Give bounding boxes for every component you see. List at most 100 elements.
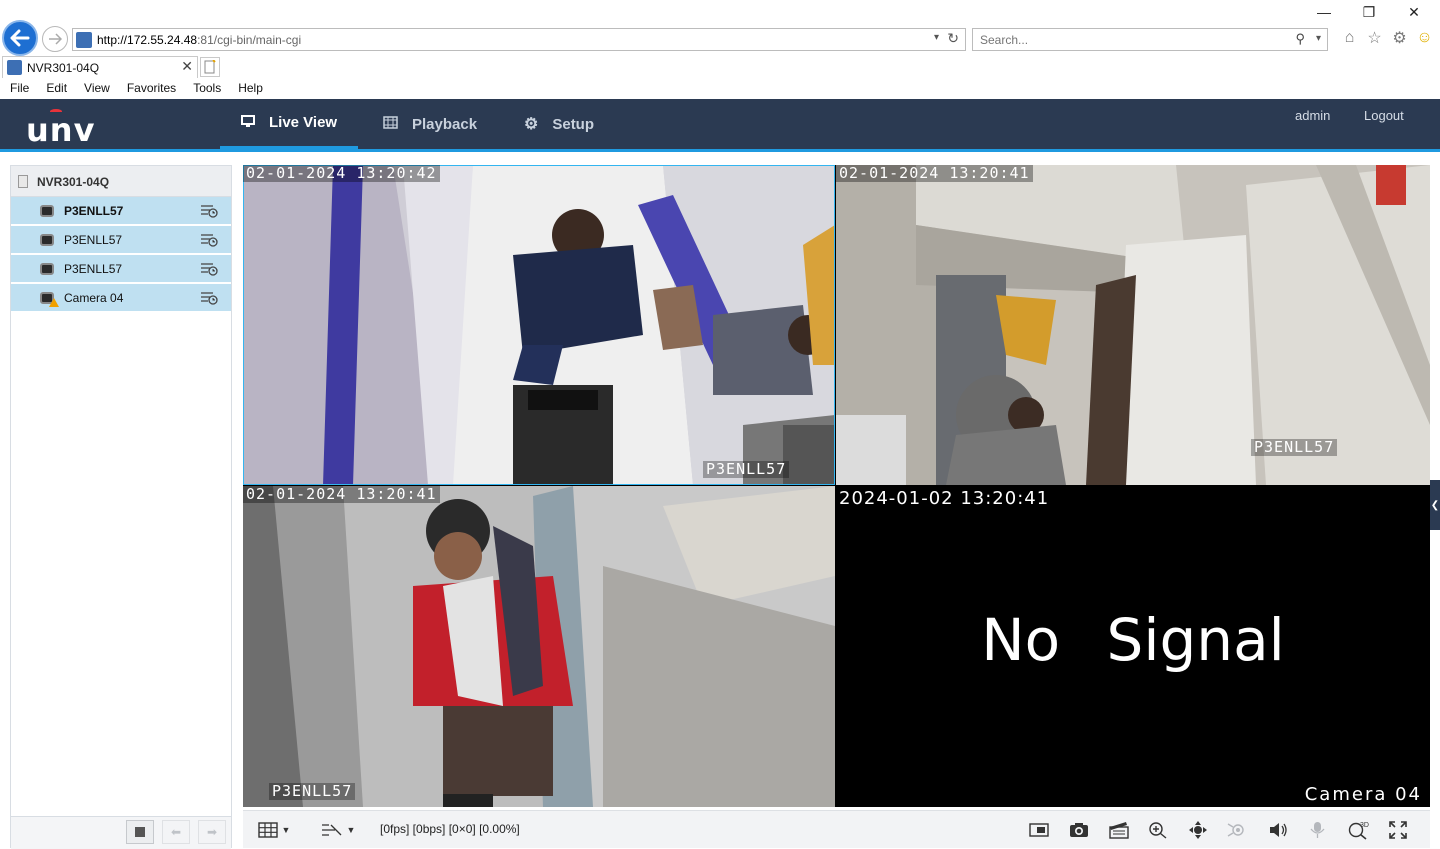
- refresh-icon[interactable]: ↻: [947, 30, 959, 47]
- 3d-positioning-button[interactable]: 3D: [1347, 819, 1369, 841]
- app-header: unv Live View Playback ⚙ Setup admin Log…: [0, 99, 1440, 152]
- browser-toolbar: http://172.55.24.48:81/cgi-bin/main-cgi …: [0, 0, 1440, 56]
- nav-playback[interactable]: Playback: [383, 99, 477, 149]
- menu-favorites[interactable]: Favorites: [127, 78, 176, 99]
- talk-button[interactable]: [1307, 819, 1329, 841]
- camera-action-icon[interactable]: [200, 291, 218, 305]
- minimize-button[interactable]: —: [1310, 4, 1338, 20]
- search-box[interactable]: ⚲ ▾: [972, 28, 1328, 51]
- camera-item-1[interactable]: P3ENLL57: [11, 197, 231, 225]
- video-pane-4[interactable]: 2024-01-02 13:20:41 No Signal Camera 04: [836, 486, 1430, 807]
- ptz-direction-icon: [1189, 821, 1207, 839]
- 3d-zoom-icon: 3D: [1348, 822, 1369, 840]
- stop-icon: [135, 827, 145, 837]
- camera-item-3[interactable]: P3ENLL57: [11, 255, 231, 283]
- monitor-icon: [241, 114, 255, 131]
- fisheye-icon: [1227, 823, 1244, 837]
- user-name[interactable]: admin: [1295, 108, 1330, 123]
- chevron-left-icon: ❮: [1430, 499, 1440, 511]
- camera-item-2[interactable]: P3ENLL57: [11, 226, 231, 254]
- pane-camera-label: P3ENLL57: [1251, 439, 1338, 456]
- search-icon[interactable]: ⚲: [1295, 31, 1305, 47]
- pane-timestamp: 02-01-2024 13:20:41: [243, 486, 440, 503]
- stop-all-button[interactable]: [126, 820, 154, 844]
- back-button[interactable]: [2, 20, 38, 56]
- sidebar-footer: ⬅ ➡: [11, 816, 231, 849]
- browser-tab[interactable]: NVR301-04Q ✕: [2, 56, 198, 78]
- nav-playback-label: Playback: [412, 115, 478, 133]
- camera-feed-image: [836, 165, 1430, 485]
- restore-button[interactable]: ❐: [1355, 4, 1383, 21]
- clapperboard-icon: [1109, 822, 1129, 839]
- collapse-panel-button[interactable]: ❮: [1430, 480, 1440, 530]
- new-tab-icon: [204, 60, 216, 74]
- close-window-button[interactable]: ✕: [1400, 4, 1428, 21]
- home-icon[interactable]: ⌂: [1340, 28, 1359, 48]
- previous-page-button[interactable]: ⬅: [162, 820, 190, 844]
- ptz-control-button[interactable]: [1187, 819, 1209, 841]
- new-tab-button[interactable]: [200, 57, 220, 77]
- record-clip-button[interactable]: [1108, 819, 1130, 841]
- stream-type-icon: [321, 824, 341, 836]
- next-page-button[interactable]: ➡: [198, 820, 226, 844]
- menu-file[interactable]: File: [10, 78, 29, 99]
- layout-selector[interactable]: ▼: [255, 819, 293, 841]
- stream-selector[interactable]: ▼: [319, 819, 357, 841]
- nav-live-view-label: Live View: [269, 114, 338, 131]
- logo-text: unv: [26, 111, 96, 149]
- fullscreen-icon: [1389, 821, 1407, 839]
- camera-snapshot-icon: [1070, 823, 1088, 837]
- menu-help[interactable]: Help: [238, 78, 263, 99]
- tab-title: NVR301-04Q: [27, 61, 100, 75]
- camera-label: Camera 04: [64, 291, 124, 305]
- video-screen-icon: [1029, 823, 1049, 837]
- camera-action-icon[interactable]: [200, 204, 218, 218]
- video-format-button[interactable]: [1028, 819, 1050, 841]
- camera-icon: [40, 234, 54, 246]
- digital-zoom-button[interactable]: [1147, 819, 1169, 841]
- menu-tools[interactable]: Tools: [193, 78, 221, 99]
- nav-live-view[interactable]: Live View: [220, 99, 359, 149]
- close-tab-icon[interactable]: ✕: [181, 58, 193, 75]
- address-url[interactable]: http://172.55.24.48:81/cgi-bin/main-cgi: [97, 33, 301, 47]
- tab-favicon: [7, 60, 22, 75]
- settings-gear-icon[interactable]: ⚙: [1390, 28, 1409, 48]
- stream-status: [0fps] [0bps] [0×0] [0.00%]: [380, 822, 520, 836]
- camera-action-icon[interactable]: [200, 233, 218, 247]
- menu-edit[interactable]: Edit: [46, 78, 67, 99]
- address-bar[interactable]: http://172.55.24.48:81/cgi-bin/main-cgi …: [72, 28, 966, 51]
- search-input[interactable]: [973, 29, 1273, 50]
- speaker-icon: [1270, 823, 1287, 837]
- pane-camera-label: P3ENLL57: [703, 461, 790, 478]
- audio-button[interactable]: [1267, 819, 1289, 841]
- video-pane-1[interactable]: 02-01-2024 13:20:42 P3ENLL57: [243, 165, 835, 485]
- device-node[interactable]: NVR301-04Q: [11, 166, 231, 197]
- camera-icon: [40, 263, 54, 275]
- device-tree-panel: NVR301-04Q P3ENLL57 P3ENLL57 P3ENLL57 Ca…: [10, 165, 232, 849]
- fisheye-button[interactable]: [1227, 819, 1249, 841]
- grid-layout-icon: [257, 822, 278, 838]
- menu-view[interactable]: View: [84, 78, 110, 99]
- video-pane-2[interactable]: 02-01-2024 13:20:41 P3ENLL57: [836, 165, 1430, 485]
- forward-button[interactable]: [42, 26, 68, 52]
- nav-setup[interactable]: ⚙ Setup: [524, 99, 594, 149]
- arrow-right-icon: [49, 33, 62, 45]
- fullscreen-button[interactable]: [1387, 819, 1409, 841]
- search-dropdown-icon[interactable]: ▾: [1316, 33, 1321, 44]
- video-grid: 02-01-2024 13:20:42 P3ENLL57 02-01-2024 …: [243, 165, 1430, 807]
- nav-setup-label: Setup: [552, 115, 595, 133]
- nvr-device-icon: [18, 175, 28, 188]
- address-dropdown-icon[interactable]: ▾: [934, 32, 939, 43]
- camera-item-4[interactable]: Camera 04: [11, 284, 231, 312]
- camera-feed-image: [243, 486, 835, 807]
- camera-icon: [40, 205, 54, 217]
- snapshot-button[interactable]: [1068, 819, 1090, 841]
- camera-action-icon[interactable]: [200, 262, 218, 276]
- camera-label: P3ENLL57: [64, 262, 123, 276]
- smiley-feedback-icon[interactable]: ☺: [1415, 28, 1434, 48]
- gear-icon: ⚙: [524, 116, 539, 133]
- video-pane-3[interactable]: 02-01-2024 13:20:41 P3ENLL57: [243, 486, 835, 807]
- logout-link[interactable]: Logout: [1364, 108, 1404, 123]
- tab-strip: NVR301-04Q ✕: [0, 56, 1440, 78]
- favorites-star-icon[interactable]: ☆: [1365, 28, 1384, 48]
